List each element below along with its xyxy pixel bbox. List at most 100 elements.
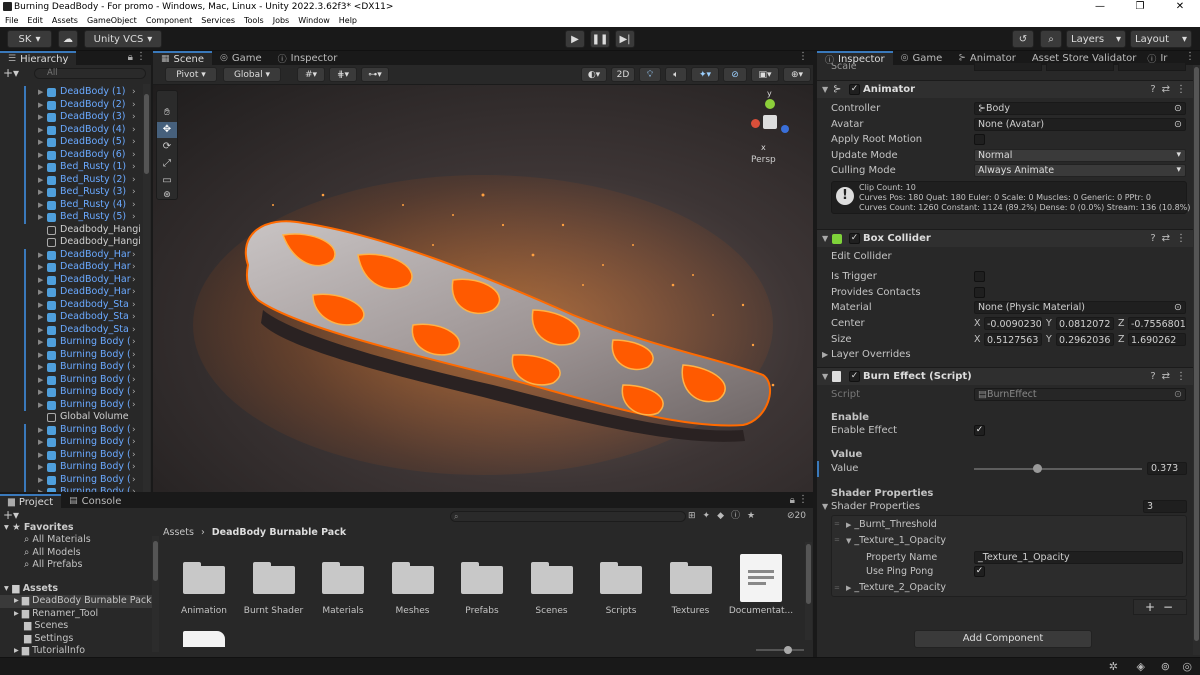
- burnt-threshold-item[interactable]: ▶ _Burnt_Threshold: [846, 518, 937, 532]
- value-input[interactable]: 0.373: [1147, 462, 1187, 475]
- snap-increment-icon[interactable]: ⋕▾: [329, 67, 357, 82]
- bug-icon[interactable]: ✲: [1109, 660, 1118, 673]
- is-trigger-checkbox[interactable]: [974, 271, 985, 282]
- hierarchy-item[interactable]: ▶ Burning Body (›: [0, 348, 150, 361]
- camera-icon[interactable]: ▣▾: [751, 67, 779, 82]
- chevron-right-icon[interactable]: ›: [132, 99, 136, 112]
- gizmo-center[interactable]: [763, 115, 777, 129]
- hierarchy-item[interactable]: ▶ Burning Body (›: [0, 461, 150, 474]
- controller-field[interactable]: ⊱Body ⊙: [974, 102, 1186, 115]
- scrollbar-thumb[interactable]: [806, 544, 811, 604]
- foldout-arrow-icon[interactable]: ▶: [38, 186, 43, 199]
- chevron-right-icon[interactable]: ›: [132, 386, 136, 399]
- center-x-value[interactable]: -0.0090230: [984, 317, 1042, 330]
- hierarchy-item[interactable]: ▶ Burning Body (›: [0, 486, 150, 492]
- apply-root-motion-checkbox[interactable]: [974, 134, 985, 145]
- document-icon[interactable]: [740, 554, 782, 602]
- animator-enabled-checkbox[interactable]: ✓: [849, 84, 860, 95]
- foldout-arrow-icon[interactable]: ▼: [822, 499, 828, 515]
- menu-window[interactable]: Window: [298, 16, 330, 25]
- component-menu-icons[interactable]: ?⇄⋮: [1150, 368, 1192, 386]
- tab-game[interactable]: ◎ Game: [212, 51, 270, 65]
- hierarchy-item[interactable]: ▶ Burning Body (›: [0, 473, 150, 486]
- chevron-right-icon[interactable]: ›: [132, 149, 136, 162]
- favorite-all-prefabs[interactable]: ⌕ All Prefabs: [24, 559, 82, 572]
- foldout-arrow-icon[interactable]: ▶: [38, 286, 43, 299]
- foldout-arrow-icon[interactable]: ▶: [38, 449, 43, 462]
- close-button[interactable]: ✕: [1160, 0, 1200, 14]
- hidden-objects-icon[interactable]: ⊘: [723, 67, 747, 82]
- folder-icon[interactable]: [322, 560, 364, 594]
- minimize-button[interactable]: —: [1080, 0, 1120, 14]
- tree-scrollbar[interactable]: [152, 536, 159, 652]
- gizmo-x-axis[interactable]: [751, 119, 760, 128]
- lock-icon[interactable]: 🔒︎: [790, 495, 795, 506]
- scrollbar-thumb[interactable]: [144, 94, 149, 174]
- hierarchy-item[interactable]: ▶ Deadbody_Sta ›: [0, 311, 150, 324]
- inspector-scrollbar[interactable]: [1193, 65, 1200, 655]
- layers-dropdown[interactable]: Layers ▾: [1066, 30, 1126, 48]
- menu-services[interactable]: Services: [201, 16, 235, 25]
- hierarchy-item[interactable]: ▶ DeadBody (2) ›: [0, 98, 150, 112]
- hierarchy-item[interactable]: ▶ Burning Body (›: [0, 336, 150, 349]
- pivot-dropdown[interactable]: Pivot ▾: [165, 67, 217, 82]
- foldout-arrow-icon[interactable]: ▶: [38, 436, 43, 449]
- hierarchy-scrollbar[interactable]: [143, 84, 150, 492]
- foldout-arrow-icon[interactable]: ▶: [38, 86, 43, 99]
- component-menu-icons[interactable]: ?⇄⋮: [1150, 81, 1192, 99]
- center-z[interactable]: Z -0.7556801: [1118, 317, 1188, 330]
- hierarchy-item[interactable]: ▶ Bed_Rusty (2) ›: [0, 173, 150, 186]
- foldout-arrow-icon[interactable]: ▶: [38, 311, 43, 324]
- global-dropdown[interactable]: Global ▾: [223, 67, 281, 82]
- rect-tool-icon[interactable]: ▭: [157, 173, 177, 189]
- menu-tools[interactable]: Tools: [244, 16, 264, 25]
- icon-size-slider[interactable]: [756, 646, 804, 654]
- slider-thumb[interactable]: [784, 646, 792, 654]
- hierarchy-item[interactable]: ▶ DeadBody (6) ›: [0, 148, 150, 162]
- box-collider-header[interactable]: ▼ ✓ Box Collider ?⇄⋮: [817, 229, 1200, 247]
- tab-console[interactable]: ▤ Console: [61, 494, 129, 508]
- size-y[interactable]: Y 0.2962036: [1046, 333, 1116, 346]
- favorites-header[interactable]: ▾ ★ Favorites: [4, 522, 74, 534]
- hierarchy-item[interactable]: Global Volume: [0, 411, 150, 424]
- target-icon[interactable]: ⊙: [1174, 302, 1182, 313]
- shader-properties-row[interactable]: ▼ Shader Properties 3: [817, 499, 1200, 515]
- animator-header[interactable]: ▼ ⊱ ✓ Animator ?⇄⋮: [817, 80, 1200, 98]
- chevron-right-icon[interactable]: ›: [132, 399, 136, 412]
- hierarchy-item[interactable]: ▶ Bed_Rusty (1) ›: [0, 161, 150, 174]
- favorite-all-models[interactable]: ⌕ All Models: [24, 547, 81, 560]
- add-button[interactable]: +▾: [3, 67, 23, 80]
- chevron-right-icon[interactable]: ›: [132, 124, 136, 137]
- gizmo-y-axis[interactable]: [765, 99, 775, 109]
- effects-icon[interactable]: ✦▾: [691, 67, 719, 82]
- scale-tool-icon[interactable]: ⤢: [157, 156, 177, 172]
- foldout-arrow-icon[interactable]: ▶: [38, 424, 43, 437]
- tab-hierarchy[interactable]: ☰ Hierarchy: [0, 51, 77, 65]
- hierarchy-item[interactable]: ▶ Burning Body (›: [0, 423, 150, 437]
- menu-help[interactable]: Help: [339, 16, 357, 25]
- tree-item-scenes[interactable]: ▆ Scenes: [24, 620, 68, 633]
- chevron-right-icon[interactable]: ›: [132, 136, 136, 149]
- create-button[interactable]: +▾: [3, 509, 27, 522]
- chevron-right-icon[interactable]: ›: [132, 86, 136, 99]
- chevron-right-icon[interactable]: ›: [132, 299, 136, 312]
- foldout-arrow-icon[interactable]: ▶: [38, 211, 43, 224]
- chevron-right-icon[interactable]: ›: [132, 249, 136, 262]
- foldout-arrow-icon[interactable]: ▼: [846, 537, 851, 545]
- lock-icon[interactable]: 🔒︎: [128, 52, 133, 63]
- hierarchy-item[interactable]: ▶ DeadBody (1) ›: [0, 86, 150, 99]
- scrollbar-thumb[interactable]: [153, 541, 158, 581]
- drag-handle-icon[interactable]: =: [834, 536, 840, 544]
- menu-gameobject[interactable]: GameObject: [87, 16, 137, 25]
- menu-component[interactable]: Component: [146, 16, 192, 25]
- menu-edit[interactable]: Edit: [27, 16, 43, 25]
- chevron-right-icon[interactable]: ›: [132, 361, 136, 374]
- folder-icon[interactable]: [530, 560, 573, 594]
- scene-viewport[interactable]: ✋︎ ✥ ⟳ ⤢ ▭ ⊛ y x Persp: [153, 85, 813, 492]
- center-z-value[interactable]: -0.7556801: [1128, 317, 1186, 330]
- menu-jobs[interactable]: Jobs: [273, 16, 290, 25]
- chevron-right-icon[interactable]: ›: [132, 436, 136, 449]
- box-collider-enabled-checkbox[interactable]: ✓: [849, 233, 860, 244]
- move-tool-icon[interactable]: ✥: [157, 122, 177, 138]
- rotate-tool-icon[interactable]: ⟳: [157, 139, 177, 155]
